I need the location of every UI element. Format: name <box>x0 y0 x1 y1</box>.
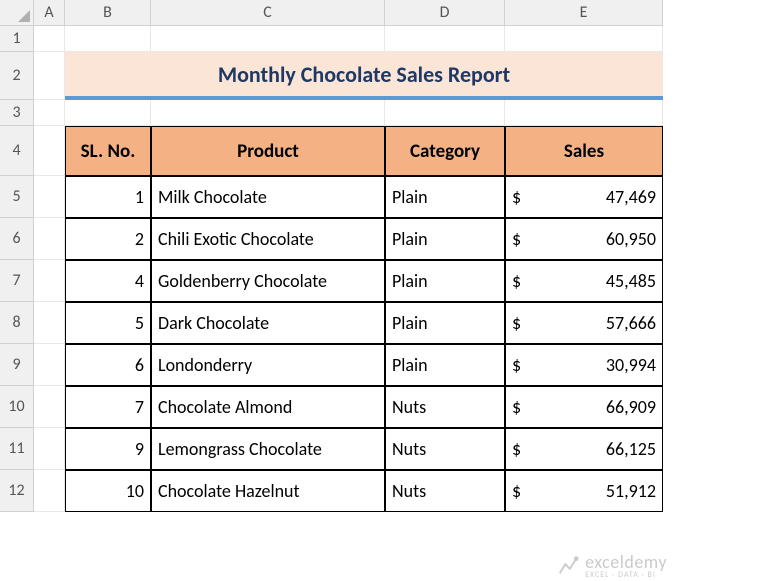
table-cell-sales[interactable]: $47,469 <box>505 176 663 218</box>
table-cell-sales[interactable]: $60,950 <box>505 218 663 260</box>
table-cell-product[interactable]: Goldenberry Chocolate <box>151 260 385 302</box>
row-header-2[interactable]: 2 <box>0 52 34 100</box>
table-cell-sales[interactable]: $66,909 <box>505 386 663 428</box>
table-cell-product[interactable]: Lemongrass Chocolate <box>151 428 385 470</box>
cell-A10[interactable] <box>34 386 65 428</box>
cell-A6[interactable] <box>34 218 65 260</box>
cell-E1[interactable] <box>505 26 663 52</box>
cell-A3[interactable] <box>34 100 65 126</box>
select-all-corner[interactable] <box>0 0 34 26</box>
watermark: exceldemy EXCEL · DATA · BI <box>557 553 667 579</box>
watermark-logo-icon <box>557 555 579 577</box>
cell-A1[interactable] <box>34 26 65 52</box>
sales-value: 30,994 <box>606 354 656 376</box>
table-cell-category[interactable]: Plain <box>385 344 505 386</box>
cell-A2[interactable] <box>34 52 65 100</box>
row-header-3[interactable]: 3 <box>0 100 34 126</box>
currency-symbol: $ <box>512 270 521 292</box>
table-cell-sales[interactable]: $30,994 <box>505 344 663 386</box>
currency-symbol: $ <box>512 186 521 208</box>
col-header-C[interactable]: C <box>151 0 385 26</box>
cell-B1[interactable] <box>65 26 151 52</box>
table-cell-sales[interactable]: $57,666 <box>505 302 663 344</box>
row-header-10[interactable]: 10 <box>0 386 34 428</box>
cell-A9[interactable] <box>34 344 65 386</box>
cell-A8[interactable] <box>34 302 65 344</box>
table-cell-sl[interactable]: 6 <box>65 344 151 386</box>
table-cell-category[interactable]: Nuts <box>385 386 505 428</box>
table-cell-product[interactable]: Chocolate Hazelnut <box>151 470 385 512</box>
table-cell-product[interactable]: Chocolate Almond <box>151 386 385 428</box>
table-cell-sl[interactable]: 5 <box>65 302 151 344</box>
report-title[interactable]: Monthly Chocolate Sales Report <box>65 52 663 100</box>
table-cell-sales[interactable]: $51,912 <box>505 470 663 512</box>
cell-A4[interactable] <box>34 126 65 176</box>
cell-A11[interactable] <box>34 428 65 470</box>
table-cell-sl[interactable]: 1 <box>65 176 151 218</box>
table-cell-product[interactable]: Chili Exotic Chocolate <box>151 218 385 260</box>
table-cell-category[interactable]: Plain <box>385 302 505 344</box>
table-cell-category[interactable]: Nuts <box>385 428 505 470</box>
cell-A7[interactable] <box>34 260 65 302</box>
row-header-7[interactable]: 7 <box>0 260 34 302</box>
cell-C3[interactable] <box>151 100 385 126</box>
table-cell-sl[interactable]: 2 <box>65 218 151 260</box>
row-header-1[interactable]: 1 <box>0 26 34 52</box>
sales-value: 45,485 <box>606 270 656 292</box>
table-cell-sl[interactable]: 9 <box>65 428 151 470</box>
cell-B3[interactable] <box>65 100 151 126</box>
currency-symbol: $ <box>512 396 521 418</box>
sales-value: 66,909 <box>606 396 656 418</box>
row-header-8[interactable]: 8 <box>0 302 34 344</box>
row-header-9[interactable]: 9 <box>0 344 34 386</box>
table-cell-product[interactable]: Milk Chocolate <box>151 176 385 218</box>
table-cell-category[interactable]: Nuts <box>385 470 505 512</box>
sales-value: 66,125 <box>606 438 656 460</box>
sales-value: 51,912 <box>606 480 656 502</box>
watermark-name: exceldemy <box>585 553 667 571</box>
row-header-12[interactable]: 12 <box>0 470 34 512</box>
header-product[interactable]: Product <box>151 126 385 176</box>
currency-symbol: $ <box>512 312 521 334</box>
sales-value: 57,666 <box>606 312 656 334</box>
currency-symbol: $ <box>512 438 521 460</box>
table-cell-product[interactable]: Londonderry <box>151 344 385 386</box>
col-header-E[interactable]: E <box>505 0 663 26</box>
table-cell-sl[interactable]: 7 <box>65 386 151 428</box>
sales-value: 60,950 <box>606 228 656 250</box>
col-header-A[interactable]: A <box>34 0 65 26</box>
table-cell-sales[interactable]: $66,125 <box>505 428 663 470</box>
col-header-D[interactable]: D <box>385 0 505 26</box>
table-cell-category[interactable]: Plain <box>385 176 505 218</box>
table-cell-sales[interactable]: $45,485 <box>505 260 663 302</box>
watermark-tag: EXCEL · DATA · BI <box>585 571 667 579</box>
table-cell-sl[interactable]: 10 <box>65 470 151 512</box>
cell-E3[interactable] <box>505 100 663 126</box>
sales-value: 47,469 <box>606 186 656 208</box>
table-cell-sl[interactable]: 4 <box>65 260 151 302</box>
spreadsheet: A B C D E 1 2 Monthly Chocolate Sales Re… <box>0 0 767 512</box>
table-cell-category[interactable]: Plain <box>385 260 505 302</box>
currency-symbol: $ <box>512 228 521 250</box>
table-cell-category[interactable]: Plain <box>385 218 505 260</box>
header-sl[interactable]: SL. No. <box>65 126 151 176</box>
cell-D3[interactable] <box>385 100 505 126</box>
currency-symbol: $ <box>512 354 521 376</box>
table-cell-product[interactable]: Dark Chocolate <box>151 302 385 344</box>
row-header-4[interactable]: 4 <box>0 126 34 176</box>
cell-D1[interactable] <box>385 26 505 52</box>
cell-A12[interactable] <box>34 470 65 512</box>
currency-symbol: $ <box>512 480 521 502</box>
cell-C1[interactable] <box>151 26 385 52</box>
row-header-11[interactable]: 11 <box>0 428 34 470</box>
watermark-brand: exceldemy EXCEL · DATA · BI <box>585 553 667 579</box>
header-category[interactable]: Category <box>385 126 505 176</box>
col-header-B[interactable]: B <box>65 0 151 26</box>
cell-A5[interactable] <box>34 176 65 218</box>
row-header-5[interactable]: 5 <box>0 176 34 218</box>
header-sales[interactable]: Sales <box>505 126 663 176</box>
row-header-6[interactable]: 6 <box>0 218 34 260</box>
